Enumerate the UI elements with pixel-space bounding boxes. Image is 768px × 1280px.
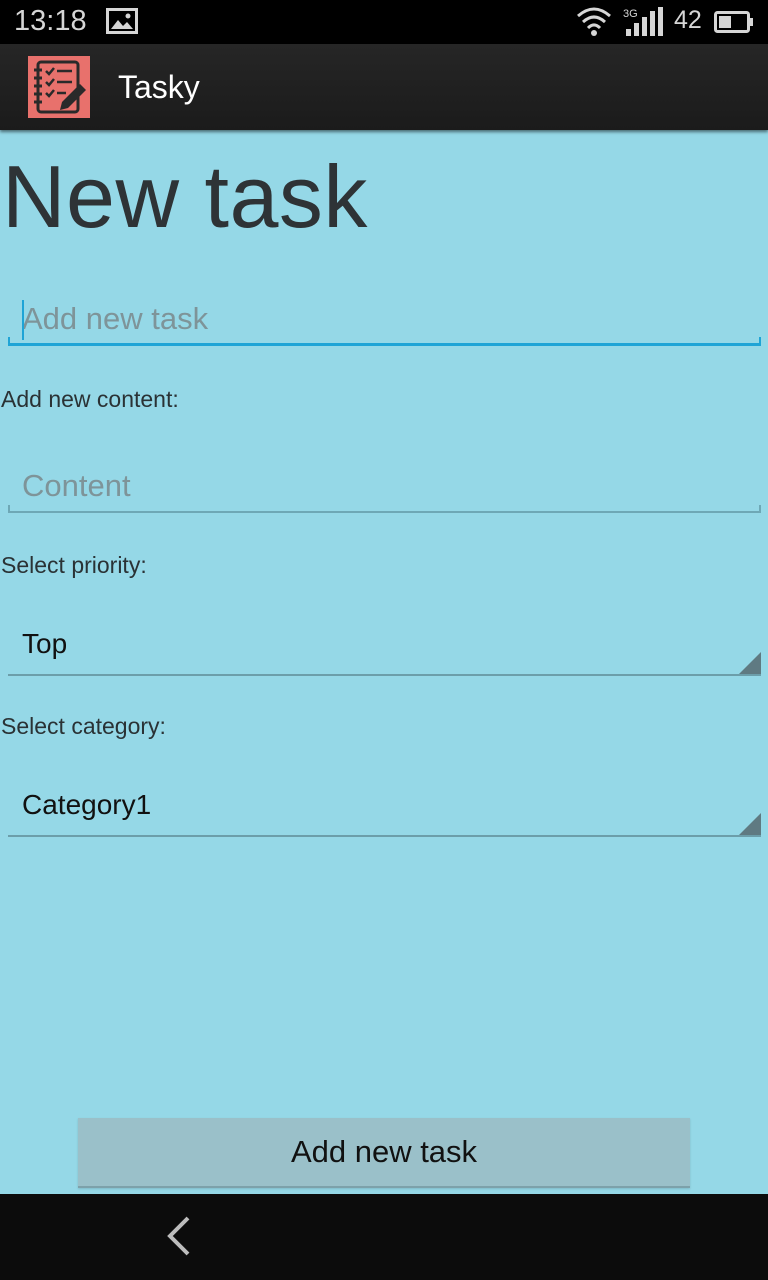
navigation-bar bbox=[0, 1194, 768, 1280]
task-input-underline bbox=[8, 337, 761, 346]
status-bar: 13:18 3G 42 bbox=[0, 0, 768, 44]
task-input-field[interactable] bbox=[8, 296, 761, 346]
priority-value: Top bbox=[22, 628, 68, 659]
app-title: Tasky bbox=[118, 69, 200, 105]
priority-spinner-line bbox=[8, 674, 761, 676]
priority-label: Select priority: bbox=[1, 552, 147, 578]
task-input[interactable] bbox=[8, 296, 761, 342]
wifi-icon bbox=[577, 7, 611, 36]
battery-percent: 42 bbox=[674, 6, 702, 34]
content-input-field[interactable] bbox=[8, 463, 761, 513]
back-icon[interactable] bbox=[160, 1214, 200, 1258]
content-input[interactable] bbox=[8, 463, 761, 509]
dropdown-arrow-icon bbox=[739, 652, 761, 674]
category-spinner[interactable]: Category1 bbox=[8, 787, 761, 837]
signal-icon: 3G bbox=[623, 7, 663, 36]
text-cursor bbox=[22, 300, 24, 340]
battery-icon bbox=[714, 11, 753, 33]
content-input-underline bbox=[8, 505, 761, 513]
image-icon bbox=[106, 8, 138, 34]
page-title: New task bbox=[2, 147, 368, 246]
category-value: Category1 bbox=[22, 789, 152, 820]
action-bar: Tasky bbox=[0, 44, 768, 130]
category-spinner-line bbox=[8, 835, 761, 837]
dropdown-arrow-icon bbox=[739, 813, 761, 835]
content-label: Add new content: bbox=[1, 386, 179, 412]
network-type: 3G bbox=[623, 8, 638, 20]
notebook-edit-icon[interactable] bbox=[28, 56, 90, 118]
category-label: Select category: bbox=[1, 713, 166, 739]
status-time: 13:18 bbox=[14, 5, 87, 37]
add-task-button[interactable]: Add new task bbox=[78, 1118, 690, 1188]
priority-spinner[interactable]: Top bbox=[8, 626, 761, 676]
